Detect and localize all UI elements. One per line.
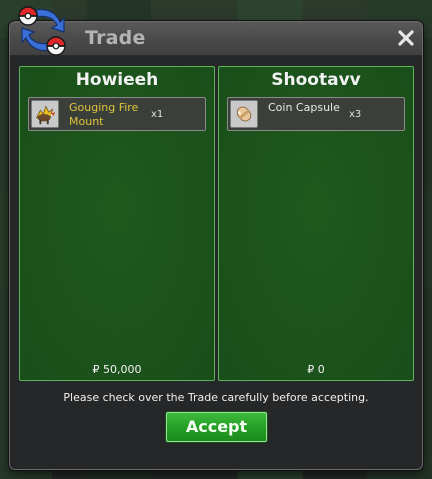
- left-item-quantity: x1: [151, 109, 164, 120]
- right-item-quantity: x3: [349, 109, 362, 120]
- right-trade-panel: Shootavv Coin Capsule x3 ₽ 0: [218, 66, 414, 381]
- trade-notice: Please check over the Trade carefully be…: [63, 391, 369, 404]
- trade-window: Trade Howieeh Gouging Fire Mount x1 ₽ 50…: [9, 21, 423, 470]
- right-item-name: Coin Capsule: [268, 101, 340, 114]
- trade-logo-icon: [18, 6, 66, 56]
- coin-capsule-icon: [230, 100, 258, 128]
- left-trade-slot[interactable]: Gouging Fire Mount x1: [28, 97, 206, 131]
- left-item-name: Gouging Fire Mount: [69, 101, 139, 128]
- accept-button[interactable]: Accept: [166, 412, 267, 442]
- left-player-name: Howieeh: [75, 70, 159, 90]
- left-money-offer: ₽ 50,000: [92, 363, 142, 376]
- gouging-fire-mount-icon: [31, 100, 59, 128]
- left-trade-panel: Howieeh Gouging Fire Mount x1 ₽ 50,000: [19, 66, 215, 381]
- right-money-offer: ₽ 0: [307, 363, 325, 376]
- window-title: Trade: [85, 27, 146, 49]
- close-icon[interactable]: [396, 27, 416, 49]
- right-player-name: Shootavv: [271, 70, 361, 90]
- right-trade-slot[interactable]: Coin Capsule x3: [227, 97, 405, 131]
